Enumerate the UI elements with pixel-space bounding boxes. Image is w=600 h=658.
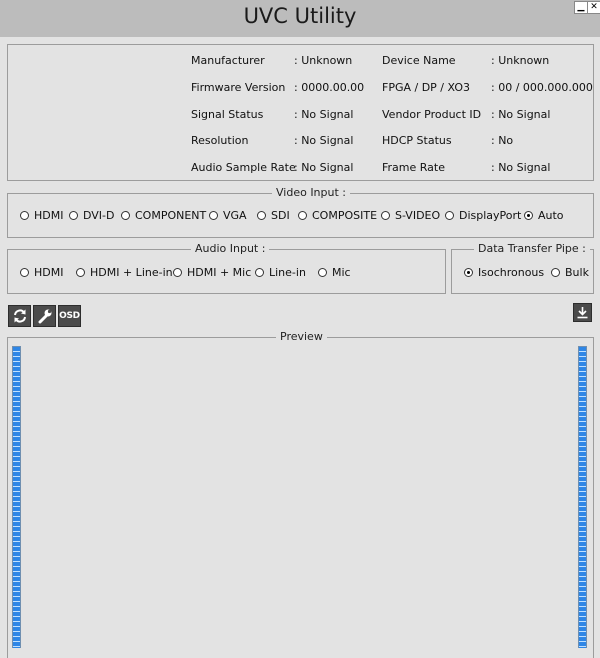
audio-input-group: Audio Input : HDMI HDMI + Line-in HDMI + M… bbox=[7, 242, 446, 294]
info-l-value-1: : 0000.00.00 bbox=[294, 81, 365, 94]
audio-input-option-mic[interactable]: Mic bbox=[318, 266, 351, 279]
info-r-value-1: : 00 / 000.000.000 bbox=[491, 81, 593, 94]
preview-legend: Preview bbox=[276, 330, 327, 343]
radio-label: DVI-D bbox=[83, 209, 115, 222]
radio-button[interactable] bbox=[173, 268, 182, 277]
audio-input-legend: Audio Input : bbox=[191, 242, 270, 255]
video-input-group: Video Input : HDMI DVI-D COMPONENT VGA SDI CO… bbox=[7, 186, 594, 238]
info-l-value-3: : No Signal bbox=[294, 134, 354, 147]
minimize-button[interactable]: ▁ bbox=[574, 1, 588, 14]
radio-label: Bulk bbox=[565, 266, 589, 279]
radio-label: HDMI bbox=[34, 266, 64, 279]
data-transfer-legend: Data Transfer Pipe : bbox=[474, 242, 590, 255]
wrench-icon bbox=[38, 309, 51, 324]
data-transfer-group: Data Transfer Pipe : Isochronous Bulk bbox=[451, 242, 594, 294]
info-r-label-4: Frame Rate bbox=[382, 161, 445, 174]
info-l-label-3: Resolution bbox=[191, 134, 249, 147]
info-l-label-2: Signal Status bbox=[191, 108, 264, 121]
radio-button[interactable] bbox=[257, 211, 266, 220]
video-input-legend: Video Input : bbox=[272, 186, 351, 199]
radio-button[interactable] bbox=[464, 268, 473, 277]
radio-button[interactable] bbox=[298, 211, 307, 220]
radio-button[interactable] bbox=[318, 268, 327, 277]
video-input-option-vga[interactable]: VGA bbox=[209, 209, 247, 222]
radio-button[interactable] bbox=[551, 268, 560, 277]
radio-label: COMPOSITE bbox=[312, 209, 378, 222]
info-l-label-4: Audio Sample Rate bbox=[191, 161, 296, 174]
radio-label: Mic bbox=[332, 266, 351, 279]
radio-button[interactable] bbox=[69, 211, 78, 220]
audio-input-option-hdmi-mic[interactable]: HDMI + Mic bbox=[173, 266, 251, 279]
radio-button[interactable] bbox=[20, 268, 29, 277]
info-r-label-1: FPGA / DP / XO3 bbox=[382, 81, 470, 94]
radio-button[interactable] bbox=[209, 211, 218, 220]
radio-label: HDMI bbox=[34, 209, 64, 222]
download-button[interactable] bbox=[573, 303, 592, 322]
info-r-label-3: HDCP Status bbox=[382, 134, 452, 147]
radio-label: COMPONENT bbox=[135, 209, 207, 222]
audio-input-option-hdmi-line-in[interactable]: HDMI + Line-in bbox=[76, 266, 173, 279]
osd-button[interactable]: OSD bbox=[58, 305, 81, 327]
title-bar: UVC Utility ▁ ✕ bbox=[0, 0, 600, 37]
radio-label: HDMI + Mic bbox=[187, 266, 252, 279]
info-r-label-2: Vendor Product ID bbox=[382, 108, 482, 121]
info-r-value-4: : No Signal bbox=[491, 161, 551, 174]
video-input-option-displayport[interactable]: DisplayPort bbox=[445, 209, 521, 222]
refresh-icon bbox=[13, 309, 26, 323]
video-input-option-sdi[interactable]: SDI bbox=[257, 209, 290, 222]
video-input-option-component[interactable]: COMPONENT bbox=[121, 209, 206, 222]
info-l-value-4: : No Signal bbox=[294, 161, 354, 174]
radio-label: SDI bbox=[271, 209, 290, 222]
radio-label: Line-in bbox=[269, 266, 306, 279]
close-button[interactable]: ✕ bbox=[587, 1, 600, 14]
info-r-value-0: : Unknown bbox=[491, 54, 550, 67]
radio-button[interactable] bbox=[121, 211, 130, 220]
info-l-value-2: : No Signal bbox=[294, 108, 354, 121]
radio-button[interactable] bbox=[20, 211, 29, 220]
video-input-option-s-video[interactable]: S-VIDEO bbox=[381, 209, 440, 222]
radio-button[interactable] bbox=[255, 268, 264, 277]
video-input-option-auto[interactable]: Auto bbox=[524, 209, 564, 222]
radio-button[interactable] bbox=[445, 211, 454, 220]
radio-label: S-VIDEO bbox=[395, 209, 441, 222]
download-icon bbox=[577, 307, 588, 319]
info-r-value-3: : No bbox=[491, 134, 514, 147]
refresh-button[interactable] bbox=[8, 305, 31, 327]
info-l-value-0: : Unknown bbox=[294, 54, 353, 67]
video-input-option-dvi-d[interactable]: DVI-D bbox=[69, 209, 115, 222]
osd-label: OSD bbox=[59, 311, 80, 321]
transfer-pipe-option-bulk[interactable]: Bulk bbox=[551, 266, 589, 279]
info-l-label-1: Firmware Version bbox=[191, 81, 286, 94]
radio-label: Auto bbox=[538, 209, 564, 222]
video-input-option-composite[interactable]: COMPOSITE bbox=[298, 209, 377, 222]
radio-label: Isochronous bbox=[478, 266, 545, 279]
settings-button[interactable] bbox=[33, 305, 56, 327]
radio-label: VGA bbox=[223, 209, 247, 222]
preview-panel: Preview bbox=[7, 330, 594, 658]
audio-level-meter-right bbox=[578, 346, 587, 648]
audio-level-meter-left bbox=[12, 346, 21, 648]
info-r-value-2: : No Signal bbox=[491, 108, 551, 121]
radio-label: DisplayPort bbox=[459, 209, 522, 222]
radio-button[interactable] bbox=[524, 211, 533, 220]
transfer-pipe-option-isochronous[interactable]: Isochronous bbox=[464, 266, 544, 279]
radio-button[interactable] bbox=[76, 268, 85, 277]
video-input-option-hdmi[interactable]: HDMI bbox=[20, 209, 63, 222]
info-r-label-0: Device Name bbox=[382, 54, 456, 67]
radio-label: HDMI + Line-in bbox=[90, 266, 173, 279]
window-title: UVC Utility bbox=[243, 4, 357, 28]
info-l-label-0: Manufacturer bbox=[191, 54, 265, 67]
audio-input-option-hdmi[interactable]: HDMI bbox=[20, 266, 63, 279]
radio-button[interactable] bbox=[381, 211, 390, 220]
device-info-panel: Manufacturer : Unknown Device Name : Unknow… bbox=[7, 44, 594, 181]
audio-input-option-line-in[interactable]: Line-in bbox=[255, 266, 306, 279]
